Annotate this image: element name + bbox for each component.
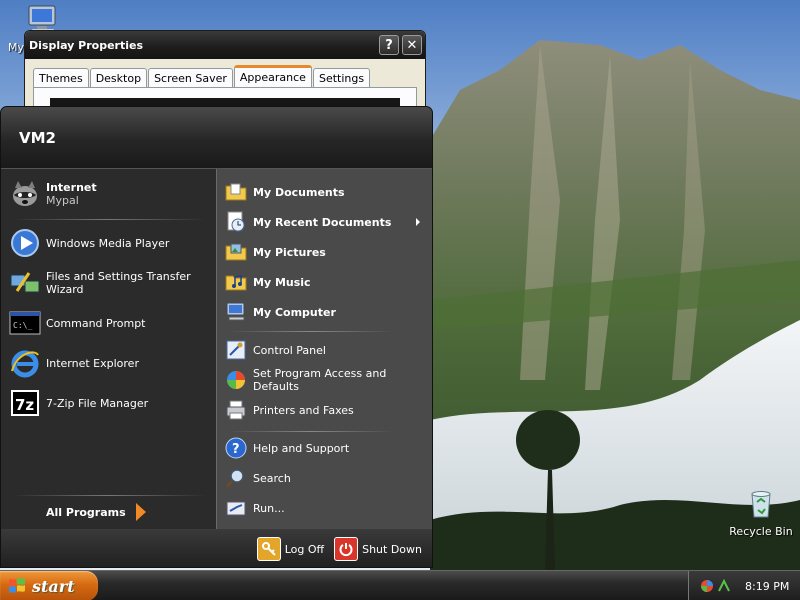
- log-off-label: Log Off: [284, 542, 325, 556]
- place-printers-faxes[interactable]: Printers and Faxes: [225, 397, 430, 423]
- place-label: My Recent Documents: [253, 215, 392, 229]
- folder-music-icon: [225, 275, 247, 291]
- tab-settings[interactable]: Settings: [312, 68, 371, 87]
- program-defaults-icon: [227, 371, 245, 389]
- svg-text:7z: 7z: [15, 396, 34, 414]
- place-label: Run...: [253, 501, 285, 515]
- run-icon: [226, 501, 246, 516]
- pinned-item-subtitle: Mypal: [46, 194, 79, 207]
- key-icon: [256, 537, 281, 561]
- recent-item-windows-media-player[interactable]: Windows Media Player: [9, 225, 214, 261]
- recent-item-7zip[interactable]: 7z 7-Zip File Manager: [9, 385, 214, 421]
- transfer-wizard-icon: [10, 272, 40, 293]
- recent-item-label: Internet Explorer: [46, 356, 139, 370]
- place-label: My Pictures: [253, 245, 326, 259]
- svg-text:C:\_: C:\_: [13, 321, 32, 330]
- tab-themes[interactable]: Themes: [33, 68, 89, 87]
- separator: [11, 219, 206, 220]
- recent-item-label: Windows Media Player: [46, 236, 170, 250]
- window-titlebar[interactable]: Display Properties ? ✕: [25, 31, 425, 59]
- recent-item-transfer-wizard[interactable]: Files and Settings Transfer Wizard: [9, 265, 214, 301]
- recent-item-internet-explorer[interactable]: Internet Explorer: [9, 345, 214, 381]
- recent-documents-icon: [227, 211, 245, 232]
- all-programs-button[interactable]: All Programs: [46, 503, 146, 521]
- user-name: VM2: [19, 128, 56, 147]
- place-my-music[interactable]: My Music: [225, 269, 430, 295]
- safely-remove-hardware-icon[interactable]: [699, 578, 715, 594]
- start-menu-left-pane: Internet Mypal Windows Media Player File…: [1, 169, 216, 529]
- place-label: My Music: [253, 275, 311, 289]
- recent-item-label: Command Prompt: [46, 316, 146, 330]
- place-label: Set Program Access and Defaults: [253, 367, 387, 393]
- recent-item-command-prompt[interactable]: C:\_ Command Prompt: [9, 305, 214, 341]
- folder-pictures-icon: [225, 243, 247, 261]
- desktop-icon-recycle-bin[interactable]: Recycle Bin: [728, 488, 794, 538]
- place-my-recent-documents[interactable]: My Recent Documents: [225, 209, 430, 235]
- separator: [229, 331, 394, 332]
- desktop-icon-label: My: [8, 41, 25, 54]
- shut-down-label: Shut Down: [362, 542, 422, 556]
- tab-desktop[interactable]: Desktop: [89, 68, 148, 87]
- close-button[interactable]: ✕: [402, 35, 422, 55]
- separator: [11, 495, 206, 496]
- window-title: Display Properties: [29, 38, 144, 52]
- place-my-documents[interactable]: My Documents: [225, 179, 430, 205]
- start-menu-footer: Log Off Shut Down: [1, 529, 432, 567]
- place-label: Help and Support: [253, 441, 350, 455]
- log-off-button[interactable]: Log Off: [256, 537, 325, 561]
- media-player-icon: [11, 229, 39, 257]
- help-button[interactable]: ?: [379, 35, 399, 55]
- shut-down-button[interactable]: Shut Down: [334, 537, 422, 561]
- command-prompt-icon: C:\_: [9, 311, 41, 335]
- recycle-bin-icon: [751, 491, 771, 518]
- place-run[interactable]: Run...: [225, 495, 430, 521]
- tab-screen-saver[interactable]: Screen Saver: [148, 68, 233, 87]
- submenu-arrow-icon: [416, 218, 420, 226]
- start-menu: VM2 Internet Mypal Windows Media Player: [0, 106, 433, 568]
- folder-documents-icon: [225, 183, 247, 201]
- computer-icon: [226, 302, 245, 321]
- pinned-item-title: Internet: [46, 181, 97, 194]
- place-label: Search: [253, 471, 291, 485]
- place-program-access-defaults[interactable]: Set Program Access and Defaults: [225, 367, 430, 393]
- clock[interactable]: 8:19 PM: [745, 580, 789, 593]
- system-tray: 8:19 PM: [688, 571, 800, 600]
- seven-zip-icon: 7z: [11, 390, 39, 416]
- svg-text:?: ?: [232, 442, 240, 457]
- recent-item-label: 7-Zip File Manager: [46, 396, 149, 410]
- start-label: start: [32, 576, 75, 596]
- raccoon-browser-icon: [13, 181, 37, 206]
- tab-strip: Themes Desktop Screen Saver Appearance S…: [33, 65, 371, 87]
- start-menu-right-pane: My Documents My Recent Documents My Pict…: [216, 169, 432, 529]
- taskbar: start 8:19 PM: [0, 570, 800, 600]
- printer-icon: [226, 400, 246, 420]
- power-icon: [334, 537, 359, 561]
- all-programs-label: All Programs: [46, 505, 126, 519]
- start-button[interactable]: start: [0, 571, 98, 600]
- internet-explorer-icon: [11, 350, 39, 378]
- windows-logo-icon: [9, 578, 25, 593]
- tab-appearance[interactable]: Appearance: [233, 65, 312, 87]
- control-panel-icon: [226, 340, 246, 360]
- place-search[interactable]: Search: [225, 465, 430, 491]
- separator: [229, 431, 394, 432]
- search-icon: [225, 469, 244, 488]
- place-label: My Documents: [253, 185, 345, 199]
- pinned-item-internet[interactable]: Internet Mypal: [9, 176, 214, 212]
- place-my-pictures[interactable]: My Pictures: [225, 239, 430, 265]
- help-icon: ?: [225, 437, 247, 459]
- place-my-computer[interactable]: My Computer: [225, 299, 430, 325]
- place-label: Printers and Faxes: [253, 403, 354, 417]
- place-label: Control Panel: [253, 343, 326, 357]
- recent-item-label: Files and Settings Transfer Wizard: [46, 270, 191, 296]
- place-control-panel[interactable]: Control Panel: [225, 337, 430, 363]
- network-icon[interactable]: [717, 579, 731, 593]
- place-help-support[interactable]: ? Help and Support: [225, 435, 430, 461]
- place-label: My Computer: [253, 305, 336, 319]
- start-menu-header: VM2: [1, 107, 432, 169]
- arrow-right-icon: [135, 503, 146, 521]
- desktop-icon-label: Recycle Bin: [729, 525, 793, 538]
